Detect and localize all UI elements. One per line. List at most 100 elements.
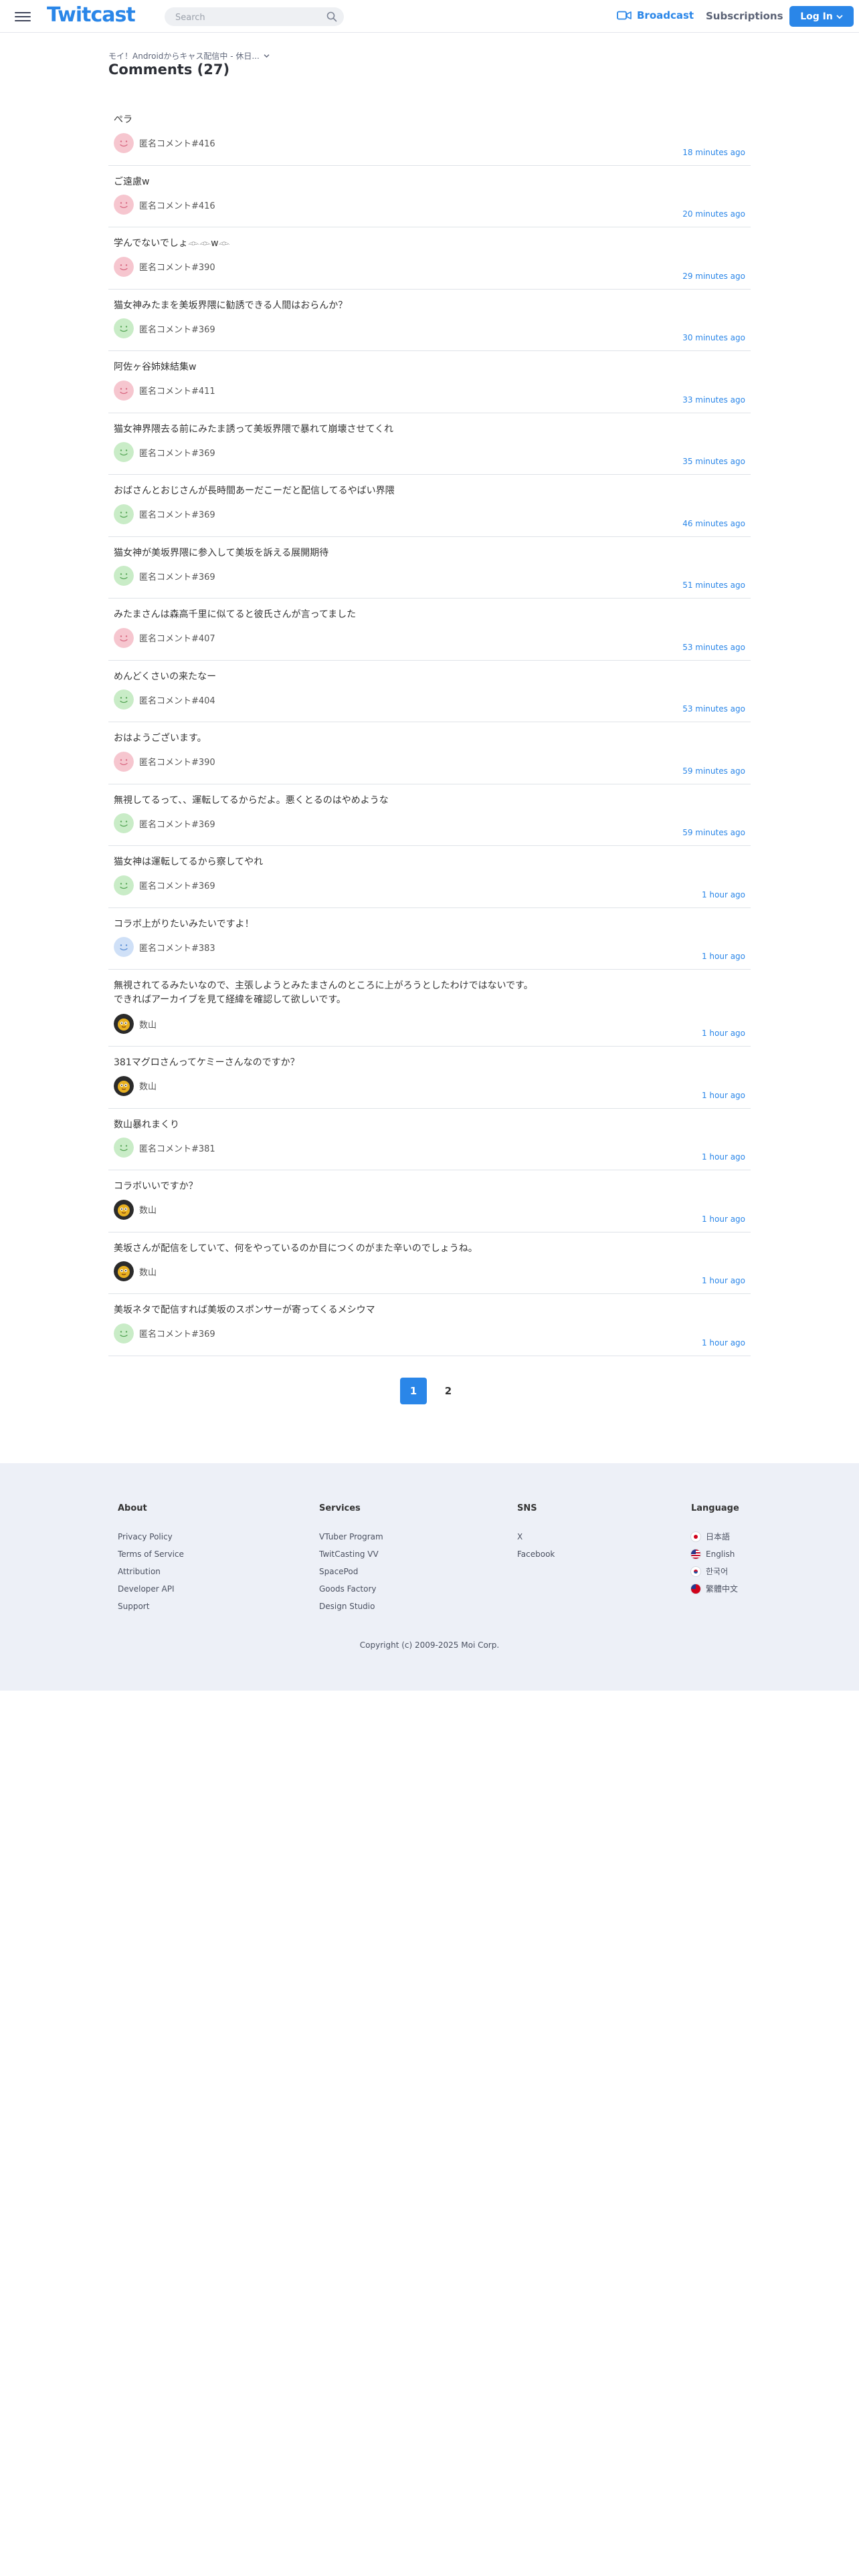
comment-user[interactable]: 数山 (114, 1199, 157, 1220)
footer-link[interactable]: Facebook (517, 1545, 555, 1563)
comment-timestamp[interactable]: 51 minutes ago (682, 580, 745, 590)
user-name[interactable]: 匿名コメント#381 (139, 1142, 215, 1154)
comment-user[interactable]: 匿名コメント#369 (114, 566, 215, 586)
comment-timestamp[interactable]: 1 hour ago (702, 1091, 745, 1100)
comment-user[interactable]: 匿名コメント#383 (114, 937, 215, 957)
avatar[interactable] (114, 627, 134, 648)
comment-user[interactable]: 匿名コメント#407 (114, 627, 215, 648)
avatar[interactable] (114, 195, 134, 215)
menu-icon[interactable] (15, 9, 31, 23)
avatar[interactable] (114, 751, 134, 772)
comment-timestamp[interactable]: 1 hour ago (702, 1338, 745, 1348)
footer-link[interactable]: Developer API (118, 1580, 184, 1598)
user-name[interactable]: 匿名コメント#369 (139, 817, 215, 830)
user-name[interactable]: 数山 (139, 1079, 157, 1092)
comment-timestamp[interactable]: 1 hour ago (702, 890, 745, 899)
comment-user[interactable]: 匿名コメント#369 (114, 318, 215, 338)
comment-timestamp[interactable]: 53 minutes ago (682, 704, 745, 714)
search-icon[interactable] (326, 11, 337, 22)
page-2-button[interactable]: 2 (435, 1378, 462, 1404)
user-name[interactable]: 匿名コメント#383 (139, 941, 215, 954)
footer-link[interactable]: Goods Factory (319, 1580, 383, 1598)
avatar[interactable] (114, 689, 134, 710)
avatar[interactable] (114, 132, 134, 153)
user-name[interactable]: 匿名コメント#369 (139, 322, 215, 335)
footer-link[interactable]: 한국어 (691, 1563, 739, 1580)
search-box[interactable] (165, 7, 344, 27)
user-name[interactable]: 数山 (139, 1265, 157, 1278)
avatar[interactable] (114, 442, 134, 462)
user-name[interactable]: 匿名コメント#407 (139, 631, 215, 644)
comment-timestamp[interactable]: 1 hour ago (702, 952, 745, 961)
page-1-button[interactable]: 1 (400, 1378, 427, 1404)
user-name[interactable]: 匿名コメント#416 (139, 136, 215, 149)
comment-timestamp[interactable]: 20 minutes ago (682, 209, 745, 219)
footer-link[interactable]: Privacy Policy (118, 1528, 184, 1545)
comment-user[interactable]: 匿名コメント#411 (114, 380, 215, 401)
user-name[interactable]: 匿名コメント#369 (139, 1327, 215, 1339)
comment-timestamp[interactable]: 33 minutes ago (682, 395, 745, 405)
comment-user[interactable]: 匿名コメント#404 (114, 689, 215, 710)
user-name[interactable]: 匿名コメント#416 (139, 199, 215, 211)
avatar[interactable] (114, 1075, 134, 1096)
broadcast-link[interactable]: Broadcast (617, 9, 694, 21)
comment-timestamp[interactable]: 46 minutes ago (682, 519, 745, 528)
comment-timestamp[interactable]: 1 hour ago (702, 1214, 745, 1224)
avatar[interactable] (114, 1014, 134, 1034)
user-name[interactable]: 匿名コメント#411 (139, 384, 215, 397)
avatar[interactable] (114, 1138, 134, 1158)
avatar[interactable] (114, 937, 134, 957)
avatar[interactable] (114, 566, 134, 586)
avatar[interactable] (114, 380, 134, 401)
comment-user[interactable]: 匿名コメント#381 (114, 1138, 215, 1158)
footer-link[interactable]: SpacePod (319, 1563, 383, 1580)
footer-link[interactable]: Support (118, 1598, 184, 1615)
comment-timestamp[interactable]: 53 minutes ago (682, 643, 745, 652)
footer-link[interactable]: Attribution (118, 1563, 184, 1580)
comment-user[interactable]: 匿名コメント#369 (114, 813, 215, 833)
comment-user[interactable]: 匿名コメント#369 (114, 504, 215, 524)
avatar[interactable] (114, 1199, 134, 1220)
breadcrumb[interactable]: モイ！Androidからキャス配信中 - 休日... (108, 50, 270, 62)
comment-user[interactable]: 匿名コメント#390 (114, 256, 215, 277)
footer-link[interactable]: 繁體中文 (691, 1580, 739, 1598)
logo[interactable]: Twitcast (47, 3, 136, 27)
login-button[interactable]: Log In (789, 6, 854, 27)
comment-timestamp[interactable]: 29 minutes ago (682, 272, 745, 281)
comment-timestamp[interactable]: 30 minutes ago (682, 333, 745, 342)
search-input[interactable] (174, 7, 317, 27)
user-name[interactable]: 匿名コメント#369 (139, 879, 215, 891)
comment-user[interactable]: 数山 (114, 1075, 157, 1096)
comment-user[interactable]: 匿名コメント#390 (114, 751, 215, 772)
user-name[interactable]: 匿名コメント#390 (139, 260, 215, 273)
subscriptions-link[interactable]: Subscriptions (706, 10, 783, 22)
comment-timestamp[interactable]: 1 hour ago (702, 1276, 745, 1285)
comment-user[interactable]: 数山 (114, 1261, 157, 1281)
avatar[interactable] (114, 318, 134, 338)
user-name[interactable]: 数山 (139, 1018, 157, 1031)
avatar[interactable] (114, 1323, 134, 1344)
avatar[interactable] (114, 875, 134, 895)
user-name[interactable]: 匿名コメント#369 (139, 446, 215, 459)
avatar[interactable] (114, 504, 134, 524)
user-name[interactable]: 匿名コメント#369 (139, 570, 215, 582)
comment-timestamp[interactable]: 59 minutes ago (682, 828, 745, 837)
comment-timestamp[interactable]: 59 minutes ago (682, 766, 745, 776)
user-name[interactable]: 匿名コメント#369 (139, 508, 215, 520)
user-name[interactable]: 匿名コメント#404 (139, 693, 215, 706)
comment-timestamp[interactable]: 1 hour ago (702, 1029, 745, 1038)
user-name[interactable]: 匿名コメント#390 (139, 755, 215, 768)
footer-link[interactable]: TwitCasting VV (319, 1545, 383, 1563)
comment-user[interactable]: 匿名コメント#369 (114, 875, 215, 895)
comment-user[interactable]: 匿名コメント#369 (114, 1323, 215, 1344)
footer-link[interactable]: VTuber Program (319, 1528, 383, 1545)
comment-user[interactable]: 匿名コメント#416 (114, 132, 215, 153)
footer-link[interactable]: 日本語 (691, 1528, 739, 1545)
comment-user[interactable]: 匿名コメント#369 (114, 442, 215, 462)
footer-link[interactable]: X (517, 1528, 555, 1545)
footer-link[interactable]: Terms of Service (118, 1545, 184, 1563)
footer-link[interactable]: Design Studio (319, 1598, 383, 1615)
avatar[interactable] (114, 256, 134, 277)
comment-timestamp[interactable]: 1 hour ago (702, 1152, 745, 1162)
avatar[interactable] (114, 1261, 134, 1281)
